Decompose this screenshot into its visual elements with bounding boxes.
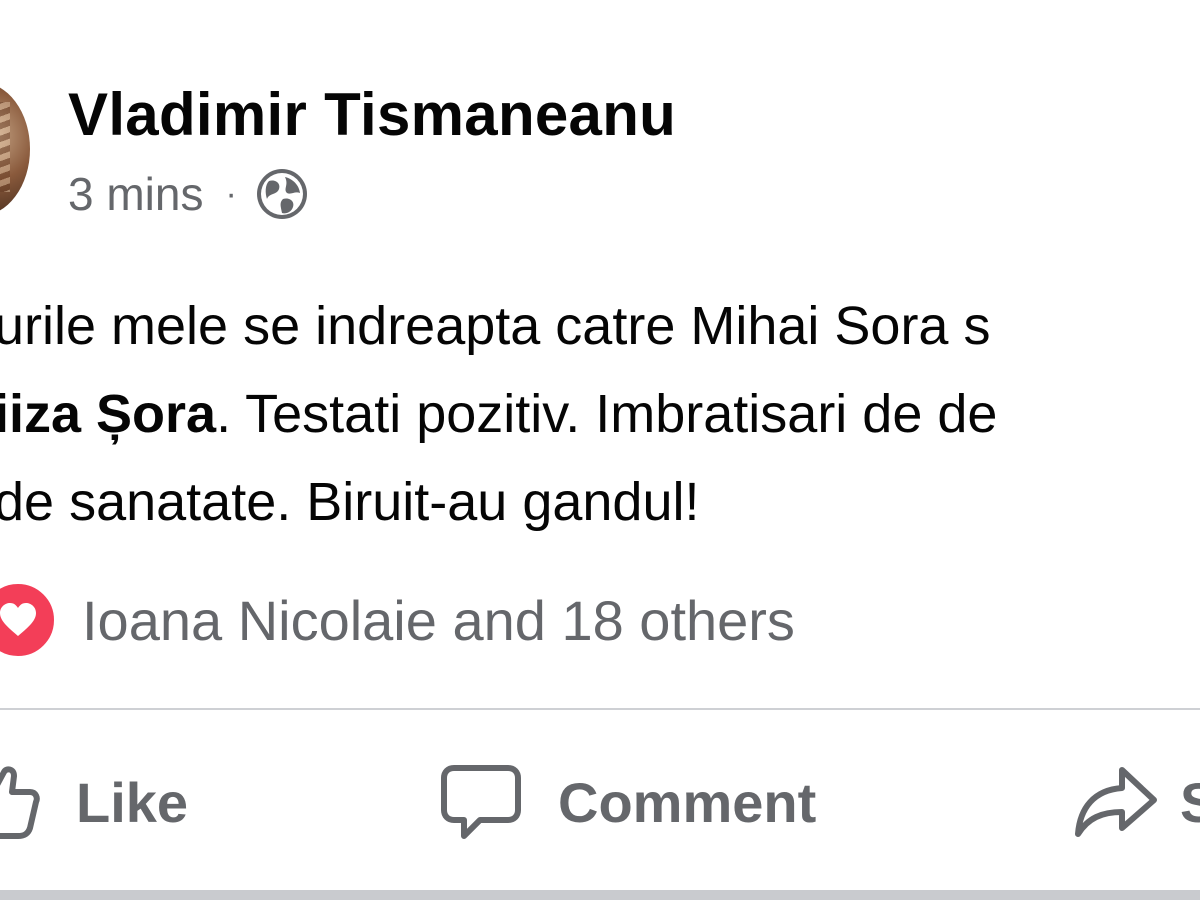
love-reaction-icon <box>0 580 58 660</box>
comment-button[interactable]: Comment <box>440 752 816 852</box>
share-label: S <box>1180 770 1200 834</box>
post-text-line: iiza Șora. Testati pozitiv. Imbratisari … <box>0 370 1200 458</box>
post-text-line: de sanatate. Biruit-au gandul! <box>0 472 700 532</box>
mentioned-name[interactable]: iiza Șora <box>0 384 216 444</box>
like-button[interactable]: Like <box>0 752 188 852</box>
comment-label: Comment <box>558 770 817 834</box>
thumbs-up-icon <box>0 762 42 842</box>
post-text: urile mele se indreapta catre Mihai Sora… <box>0 282 1200 546</box>
author-avatar[interactable] <box>0 82 30 216</box>
speech-bubble-icon <box>440 762 522 842</box>
meta-separator: · <box>225 174 237 213</box>
post-text-line: urile mele se indreapta catre Mihai Sora… <box>0 296 991 356</box>
facebook-post: Vladimir Tismaneanu 3 mins · urile mele … <box>0 0 1200 900</box>
reactions-summary[interactable]: Ioana Nicolaie and 18 others <box>0 580 795 660</box>
author-name[interactable]: Vladimir Tismaneanu <box>68 80 676 149</box>
globe-icon[interactable] <box>255 167 309 221</box>
share-button[interactable]: S <box>1074 752 1200 852</box>
post-timestamp[interactable]: 3 mins <box>68 167 203 221</box>
post-meta: 3 mins · <box>68 166 309 222</box>
like-label: Like <box>76 770 189 834</box>
avatar-photo <box>0 102 10 192</box>
divider <box>0 708 1200 710</box>
reactions-text: Ioana Nicolaie and 18 others <box>82 588 795 652</box>
share-arrow-icon <box>1074 762 1158 842</box>
feed-separator <box>0 890 1200 900</box>
